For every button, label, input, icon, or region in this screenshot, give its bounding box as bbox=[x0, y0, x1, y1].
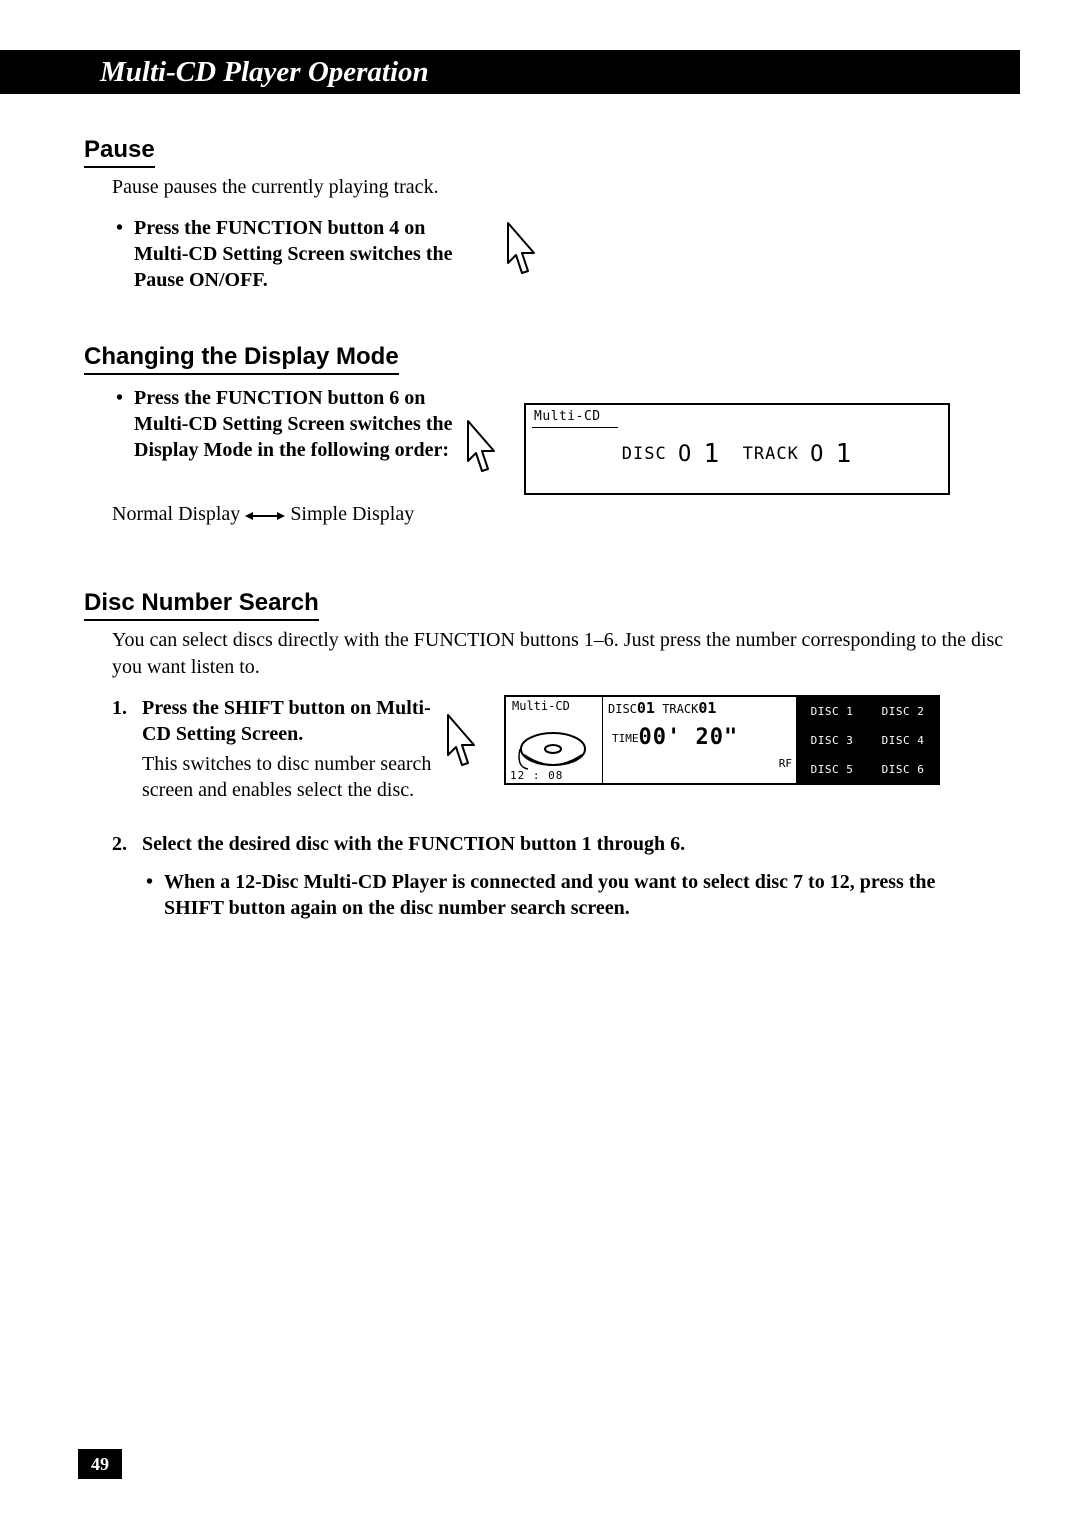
pause-section: Pause Pause pauses the currently playing… bbox=[84, 118, 1010, 293]
display-mode-heading: Changing the Display Mode bbox=[84, 343, 399, 375]
lcd-time-line: TIME00' 20" bbox=[612, 725, 738, 750]
lcd-title: Multi-CD bbox=[534, 409, 601, 424]
disc-search-step2: 2. Select the desired disc with the FUNC… bbox=[112, 831, 992, 857]
disc-search-heading: Disc Number Search bbox=[84, 589, 319, 621]
lcd-disc-track-line: DISC01 TRACK01 bbox=[608, 699, 716, 717]
touch-pointer-icon bbox=[502, 219, 1010, 291]
disc-button: DISC 5 bbox=[796, 754, 867, 783]
disc-button: DISC 1 bbox=[796, 697, 867, 726]
disc-search-step1-sub: This switches to disc number search scre… bbox=[142, 751, 442, 803]
disc-button: DISC 4 bbox=[867, 726, 938, 755]
display-mode-section: Changing the Display Mode Press the FUNC… bbox=[84, 325, 1010, 527]
display-mode-flow: Normal Display Simple Display bbox=[112, 503, 1010, 527]
disc-button-grid: DISC 1 DISC 2 DISC 3 DISC 4 DISC 5 DISC … bbox=[796, 697, 938, 783]
display-mode-instruction: Press the FUNCTION button 6 on Multi-CD … bbox=[112, 385, 462, 463]
disc-search-step1: 1. Press the SHIFT button on Multi-CD Se… bbox=[112, 695, 442, 803]
disc-search-step2-note: When a 12-Disc Multi-CD Player is connec… bbox=[142, 869, 992, 921]
disc-button: DISC 3 bbox=[796, 726, 867, 755]
touch-pointer-icon bbox=[442, 711, 486, 783]
disc-search-section: Disc Number Search You can select discs … bbox=[84, 571, 1010, 921]
touch-pointer-icon bbox=[462, 417, 506, 489]
pause-intro-text: Pause pauses the currently playing track… bbox=[112, 174, 992, 201]
lcd-disc-search-display: Multi-CD 12 : 08 bbox=[504, 695, 940, 785]
pause-heading: Pause bbox=[84, 136, 155, 168]
page-number: 49 bbox=[78, 1449, 122, 1479]
lcd-title: Multi-CD bbox=[512, 699, 570, 713]
pause-instruction: Press the FUNCTION button 4 on Multi-CD … bbox=[112, 215, 482, 293]
disc-button: DISC 2 bbox=[867, 697, 938, 726]
lcd-clock: 12 : 08 bbox=[510, 769, 563, 782]
lcd-rf-indicator: RF bbox=[779, 757, 792, 770]
lcd-main-readout: DISC O 1 TRACK O 1 bbox=[526, 439, 948, 469]
page-title-bar: Multi-CD Player Operation bbox=[0, 50, 1020, 94]
disc-button: DISC 6 bbox=[867, 754, 938, 783]
double-arrow-icon bbox=[245, 504, 285, 527]
disc-search-intro: You can select discs directly with the F… bbox=[112, 627, 1010, 681]
lcd-simple-display: Multi-CD DISC O 1 TRACK O 1 bbox=[524, 403, 950, 495]
